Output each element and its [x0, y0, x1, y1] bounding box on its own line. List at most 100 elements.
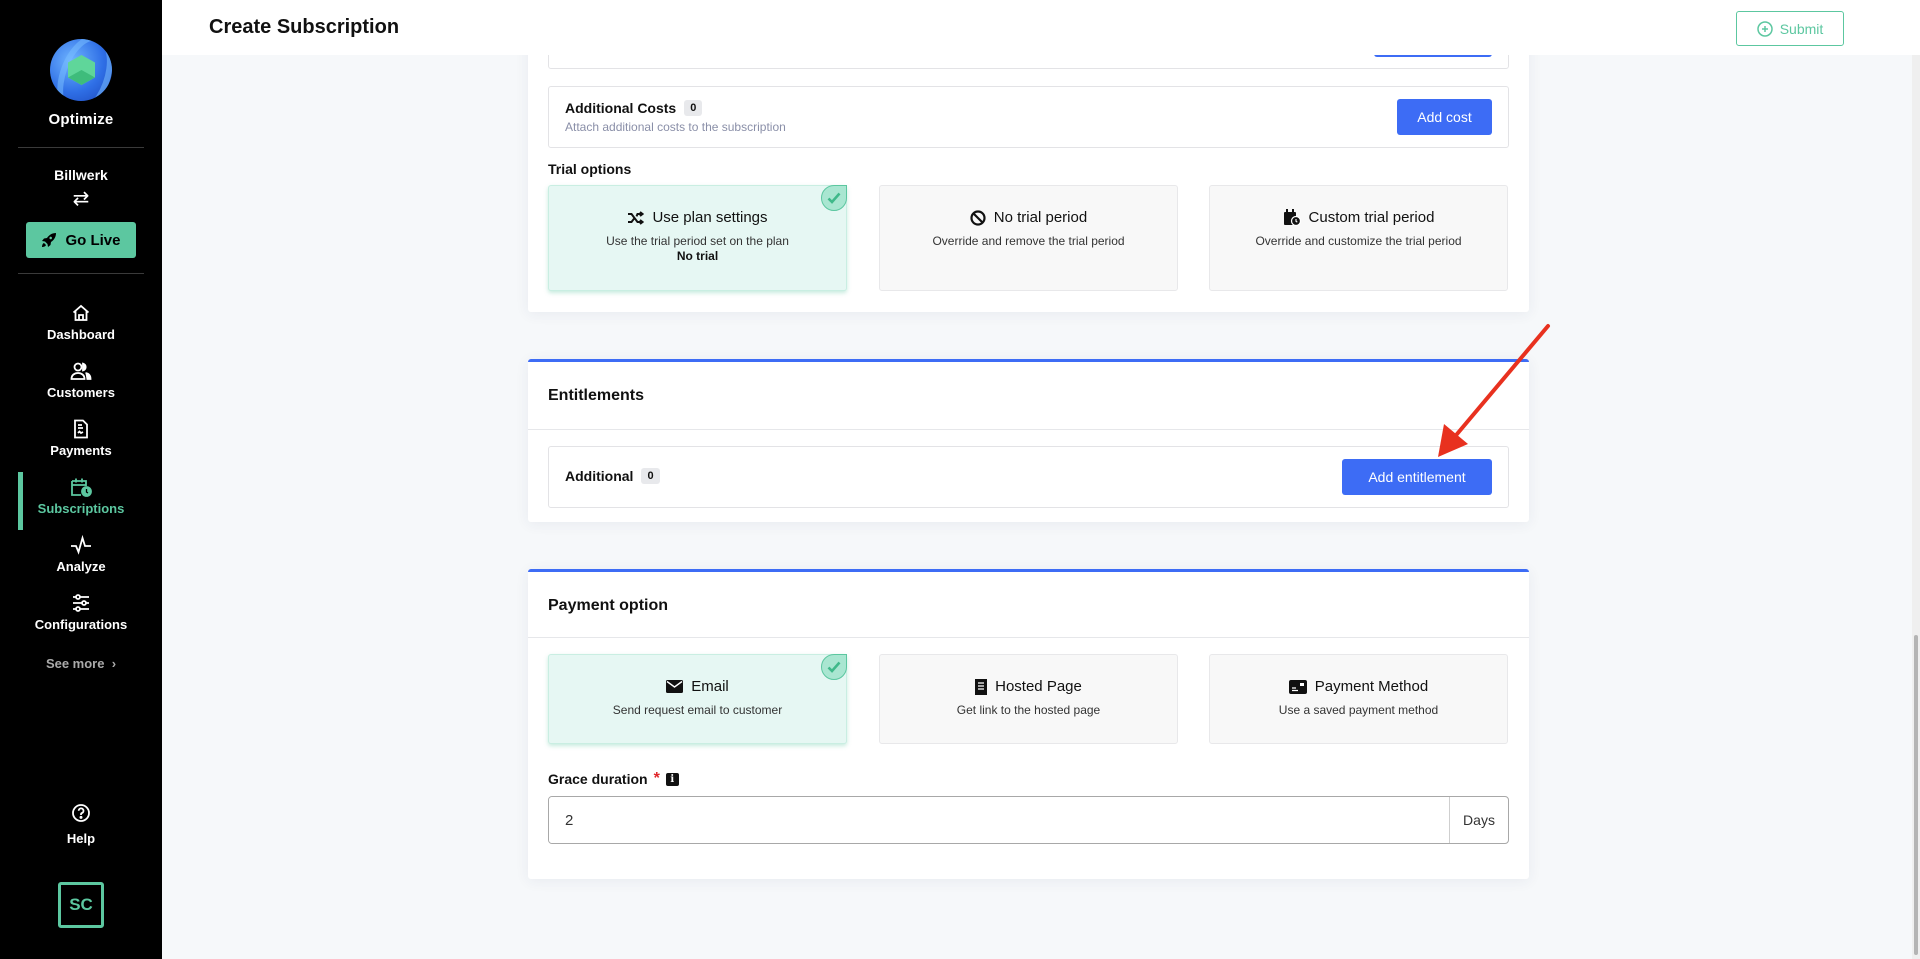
- option-title-group: Payment Method: [1210, 678, 1507, 695]
- option-title: Use plan settings: [652, 209, 768, 226]
- submit-label: Submit: [1779, 20, 1824, 37]
- sidebar-item-label: Subscriptions: [37, 501, 125, 516]
- grace-duration-input-group: Days: [548, 796, 1509, 844]
- add-cost-button[interactable]: Add cost: [1397, 99, 1492, 135]
- question-circle-icon: [71, 803, 91, 828]
- section-divider: [528, 637, 1529, 638]
- selected-check-icon: [821, 185, 847, 211]
- chevron-right-icon: ›: [108, 656, 117, 671]
- receipt-icon: [975, 678, 988, 695]
- users-icon: [70, 360, 92, 382]
- entitlements-row-title-group: Additional 0: [565, 468, 660, 484]
- envelope-icon: [666, 680, 684, 693]
- submit-button[interactable]: Submit: [1736, 11, 1844, 46]
- option-title: Hosted Page: [995, 678, 1082, 695]
- brand-name: Optimize: [48, 111, 114, 128]
- trial-options-label: Trial options: [548, 161, 632, 177]
- trial-option-custom[interactable]: Custom trial period Override and customi…: [1209, 185, 1508, 291]
- calendar-clock-icon: [70, 476, 92, 498]
- trial-option-no-trial[interactable]: No trial period Override and remove the …: [879, 185, 1178, 291]
- plus-circle-icon: [1756, 20, 1773, 37]
- sidebar-nav: Dashboard Customers Payments Subscriptio…: [0, 302, 162, 650]
- option-description: Override and remove the trial period: [932, 234, 1125, 248]
- help-label: Help: [66, 831, 96, 846]
- sidebar-item-label: Analyze: [56, 559, 106, 574]
- sidebar-item-label: Configurations: [34, 617, 128, 632]
- sidebar-item-analyze[interactable]: Analyze: [0, 534, 162, 592]
- page-title: Create Subscription: [209, 16, 400, 38]
- option-description: Use a saved payment method: [1278, 703, 1439, 717]
- option-description: Send request email to customer: [612, 703, 783, 717]
- option-title-group: Use plan settings: [549, 209, 846, 226]
- entitlements-row: Additional 0 Add entitlement: [548, 446, 1509, 508]
- ban-icon: [970, 209, 986, 226]
- option-title: Custom trial period: [1308, 209, 1435, 226]
- entitlements-section: Entitlements Additional 0 Add entitlemen…: [528, 359, 1529, 522]
- help-link[interactable]: Help: [0, 803, 162, 846]
- sidebar-item-label: Customers: [47, 385, 115, 400]
- sidebar-item-payments[interactable]: Payments: [0, 418, 162, 476]
- sidebar-item-dashboard[interactable]: Dashboard: [0, 302, 162, 360]
- add-entitlement-button[interactable]: Add entitlement: [1342, 459, 1492, 495]
- plan-section: Additional Costs 0 Attach additional cos…: [528, 20, 1529, 312]
- sidebar-item-label: Payments: [50, 443, 112, 458]
- sidebar-divider: [18, 273, 144, 274]
- option-description: Get link to the hosted page: [956, 703, 1101, 717]
- count-badge: 0: [684, 100, 703, 116]
- option-title: Payment Method: [1314, 678, 1429, 695]
- credit-card-icon: [1288, 679, 1307, 694]
- option-title-group: No trial period: [880, 209, 1177, 226]
- entitlements-row-label: Additional: [565, 468, 634, 484]
- brand-logo: [50, 39, 112, 101]
- additional-costs-title: Additional Costs: [565, 100, 677, 116]
- grace-duration-label: Grace duration: [548, 771, 648, 787]
- grace-duration-unit: Days: [1449, 797, 1508, 843]
- payment-option-section: Payment option Email Send request email …: [528, 569, 1529, 879]
- sidebar-divider: [18, 147, 144, 148]
- option-description: Override and customize the trial period: [1255, 234, 1462, 248]
- count-badge: 0: [641, 468, 660, 484]
- info-icon[interactable]: i: [665, 772, 679, 786]
- invoice-icon: [72, 418, 90, 440]
- sidebar-item-label: Dashboard: [47, 327, 115, 342]
- additional-costs-row: Additional Costs 0 Attach additional cos…: [548, 86, 1509, 148]
- page-scrollbar[interactable]: [1912, 55, 1920, 959]
- required-asterisk: *: [653, 770, 660, 787]
- swap-arrows-icon[interactable]: ⇄: [73, 189, 90, 209]
- go-live-button[interactable]: Go Live: [26, 222, 136, 258]
- selected-check-icon: [821, 654, 847, 680]
- additional-costs-description: Attach additional costs to the subscript…: [565, 120, 786, 134]
- option-title: No trial period: [993, 209, 1088, 226]
- home-icon: [71, 302, 91, 324]
- payment-option-title: Payment option: [548, 597, 669, 614]
- trial-option-use-plan-settings[interactable]: Use plan settings Use the trial period s…: [548, 185, 847, 291]
- option-title-group: Email: [549, 678, 846, 695]
- environment-name: Billwerk: [54, 167, 108, 183]
- entitlements-title: Entitlements: [548, 387, 645, 404]
- see-more-link[interactable]: See more ›: [46, 656, 116, 671]
- sidebar-item-configurations[interactable]: Configurations: [0, 592, 162, 650]
- option-description: Use the trial period set on the plan: [606, 234, 789, 248]
- user-avatar[interactable]: SC: [58, 882, 104, 928]
- payment-option-email[interactable]: Email Send request email to customer: [548, 654, 847, 744]
- page-header: Create Subscription Submit: [162, 0, 1920, 55]
- option-title-group: Custom trial period: [1210, 209, 1507, 226]
- payment-option-hosted-page[interactable]: Hosted Page Get link to the hosted page: [879, 654, 1178, 744]
- scrollbar-thumb[interactable]: [1914, 635, 1918, 955]
- option-extra: No trial: [676, 249, 719, 263]
- sidebar-item-subscriptions[interactable]: Subscriptions: [0, 472, 162, 534]
- calendar-clock-icon: [1283, 209, 1301, 226]
- grace-duration-label-group: Grace duration * i: [548, 770, 679, 788]
- sidebar-item-customers[interactable]: Customers: [0, 360, 162, 418]
- option-title-group: Hosted Page: [880, 678, 1177, 695]
- section-divider: [528, 429, 1529, 430]
- sidebar: Optimize Billwerk ⇄ Go Live Dashboard Cu…: [0, 0, 162, 959]
- additional-costs-title-group: Additional Costs 0: [565, 100, 703, 116]
- shuffle-icon: [628, 210, 645, 225]
- grace-duration-input[interactable]: [549, 797, 1449, 843]
- payment-option-payment-method[interactable]: Payment Method Use a saved payment metho…: [1209, 654, 1508, 744]
- go-live-label: Go Live: [65, 231, 121, 249]
- pulse-icon: [70, 534, 92, 556]
- see-more-label: See more: [45, 656, 105, 671]
- option-title: Email: [691, 678, 729, 695]
